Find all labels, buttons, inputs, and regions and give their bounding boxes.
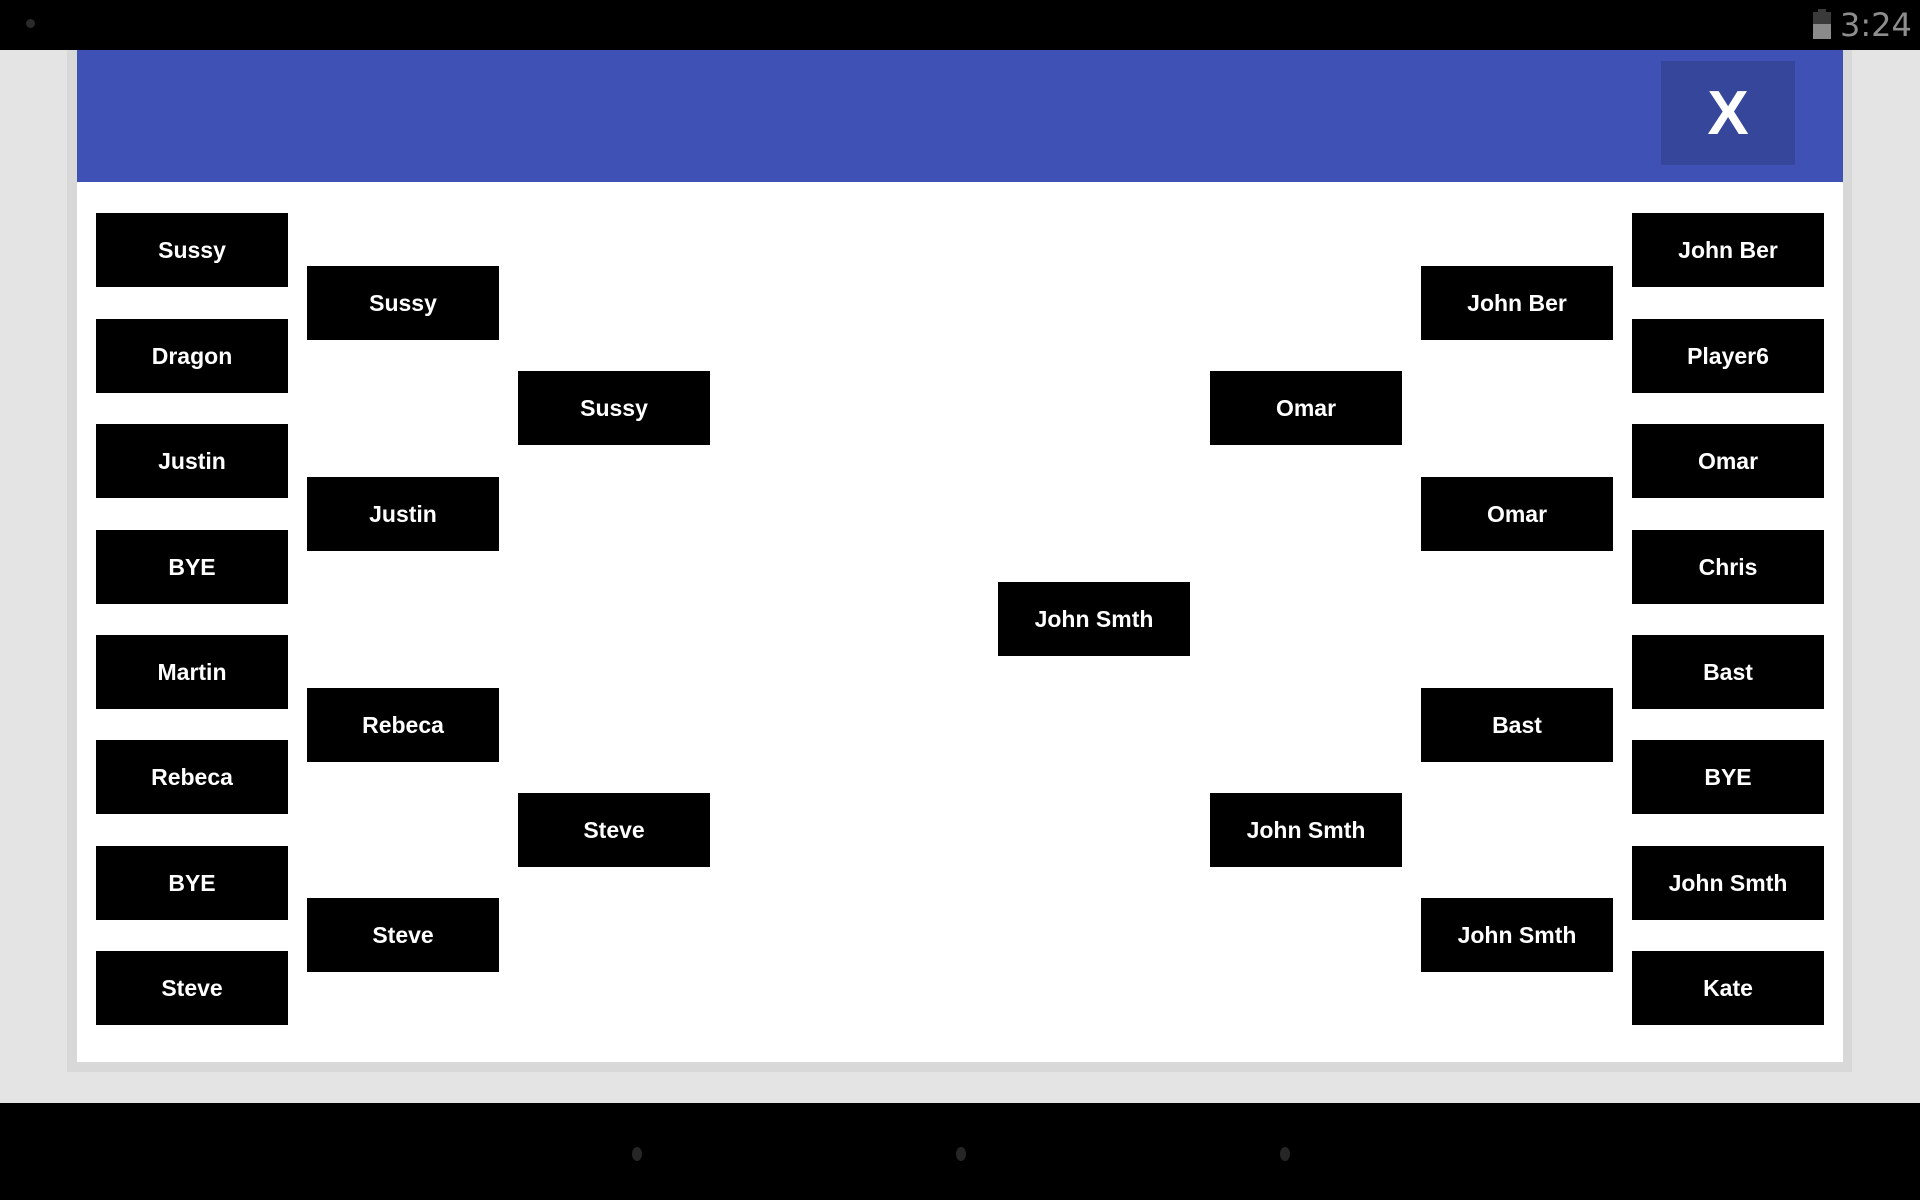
bracket-slot-left-round1[interactable]: Martin (96, 635, 288, 709)
bracket-slot-right-round1[interactable]: John Smth (1632, 846, 1824, 920)
bracket-slot-left-round2[interactable]: Rebeca (307, 688, 499, 762)
status-clock: 3:24 (1840, 6, 1912, 44)
player-name: Bast (1492, 711, 1542, 738)
player-name: BYE (168, 869, 216, 896)
player-name: John Smth (1457, 921, 1577, 948)
bracket-slot-left-round1[interactable]: Steve (96, 951, 288, 1025)
player-name: John Ber (1678, 236, 1778, 263)
player-name: Dragon (151, 342, 233, 369)
player-name: Omar (1486, 500, 1548, 527)
player-name: John Smth (1668, 869, 1788, 896)
player-name: Martin (157, 658, 227, 685)
bracket-slot-left-round1[interactable]: BYE (96, 530, 288, 604)
bracket-slot-right-round1[interactable]: Player6 (1632, 319, 1824, 393)
bracket-slot-left-round2[interactable]: Justin (307, 477, 499, 551)
dialog-header: X (77, 50, 1843, 182)
status-bar: 3:24 (0, 0, 1920, 50)
recents-button[interactable] (1280, 1147, 1290, 1161)
player-name: Bast (1703, 658, 1753, 685)
bracket-slot-left-round2[interactable]: Sussy (307, 266, 499, 340)
bracket-slot-left-round1[interactable]: BYE (96, 846, 288, 920)
bracket-slot-right-round2[interactable]: John Ber (1421, 266, 1613, 340)
notification-dot-icon (26, 19, 35, 28)
player-name: Rebeca (151, 763, 233, 790)
bracket-slot-left-round1[interactable]: Justin (96, 424, 288, 498)
close-button[interactable]: X (1661, 61, 1795, 165)
bracket-slot-right-round1[interactable]: Chris (1632, 530, 1824, 604)
player-name: Sussy (158, 236, 226, 263)
bracket-slot-left-round3[interactable]: Sussy (518, 371, 710, 445)
bracket-slot-left-round3[interactable]: Steve (518, 793, 710, 867)
bracket-slot-right-round3[interactable]: John Smth (1210, 793, 1402, 867)
bracket-slot-right-round1[interactable]: BYE (1632, 740, 1824, 814)
bracket-slot-right-round1[interactable]: Bast (1632, 635, 1824, 709)
home-button[interactable] (956, 1147, 966, 1161)
player-name: Rebeca (362, 711, 444, 738)
player-name: Steve (372, 921, 434, 948)
back-button[interactable] (632, 1147, 642, 1161)
bracket-slot-right-round2[interactable]: Omar (1421, 477, 1613, 551)
bracket-slot-right-round1[interactable]: Omar (1632, 424, 1824, 498)
navigation-bar (0, 1103, 1920, 1200)
bracket-slot-right-round2[interactable]: John Smth (1421, 898, 1613, 972)
close-icon: X (1707, 78, 1749, 148)
bracket-slot-left-round1[interactable]: Sussy (96, 213, 288, 287)
bracket-slot-left-round1[interactable]: Rebeca (96, 740, 288, 814)
player-name: John Ber (1467, 289, 1567, 316)
player-name: Justin (369, 500, 437, 527)
champion-name: John Smth (1034, 605, 1154, 632)
player-name: Kate (1703, 974, 1753, 1001)
player-name: Steve (161, 974, 223, 1001)
bracket-slot-left-round2[interactable]: Steve (307, 898, 499, 972)
player-name: John Smth (1246, 816, 1366, 843)
bracket-slot-final[interactable]: John Smth (998, 582, 1190, 656)
player-name: Sussy (580, 394, 648, 421)
bracket-slot-right-round2[interactable]: Bast (1421, 688, 1613, 762)
player-name: Justin (158, 447, 226, 474)
player-name: Player6 (1687, 342, 1769, 369)
bracket-slot-right-round1[interactable]: Kate (1632, 951, 1824, 1025)
player-name: Omar (1697, 447, 1759, 474)
player-name: Steve (583, 816, 645, 843)
player-name: Chris (1698, 553, 1758, 580)
player-name: Omar (1275, 394, 1337, 421)
player-name: BYE (1704, 763, 1752, 790)
bracket-slot-left-round1[interactable]: Dragon (96, 319, 288, 393)
battery-icon (1813, 9, 1831, 39)
bracket-slot-right-round1[interactable]: John Ber (1632, 213, 1824, 287)
bracket-slot-right-round3[interactable]: Omar (1210, 371, 1402, 445)
player-name: Sussy (369, 289, 437, 316)
player-name: BYE (168, 553, 216, 580)
